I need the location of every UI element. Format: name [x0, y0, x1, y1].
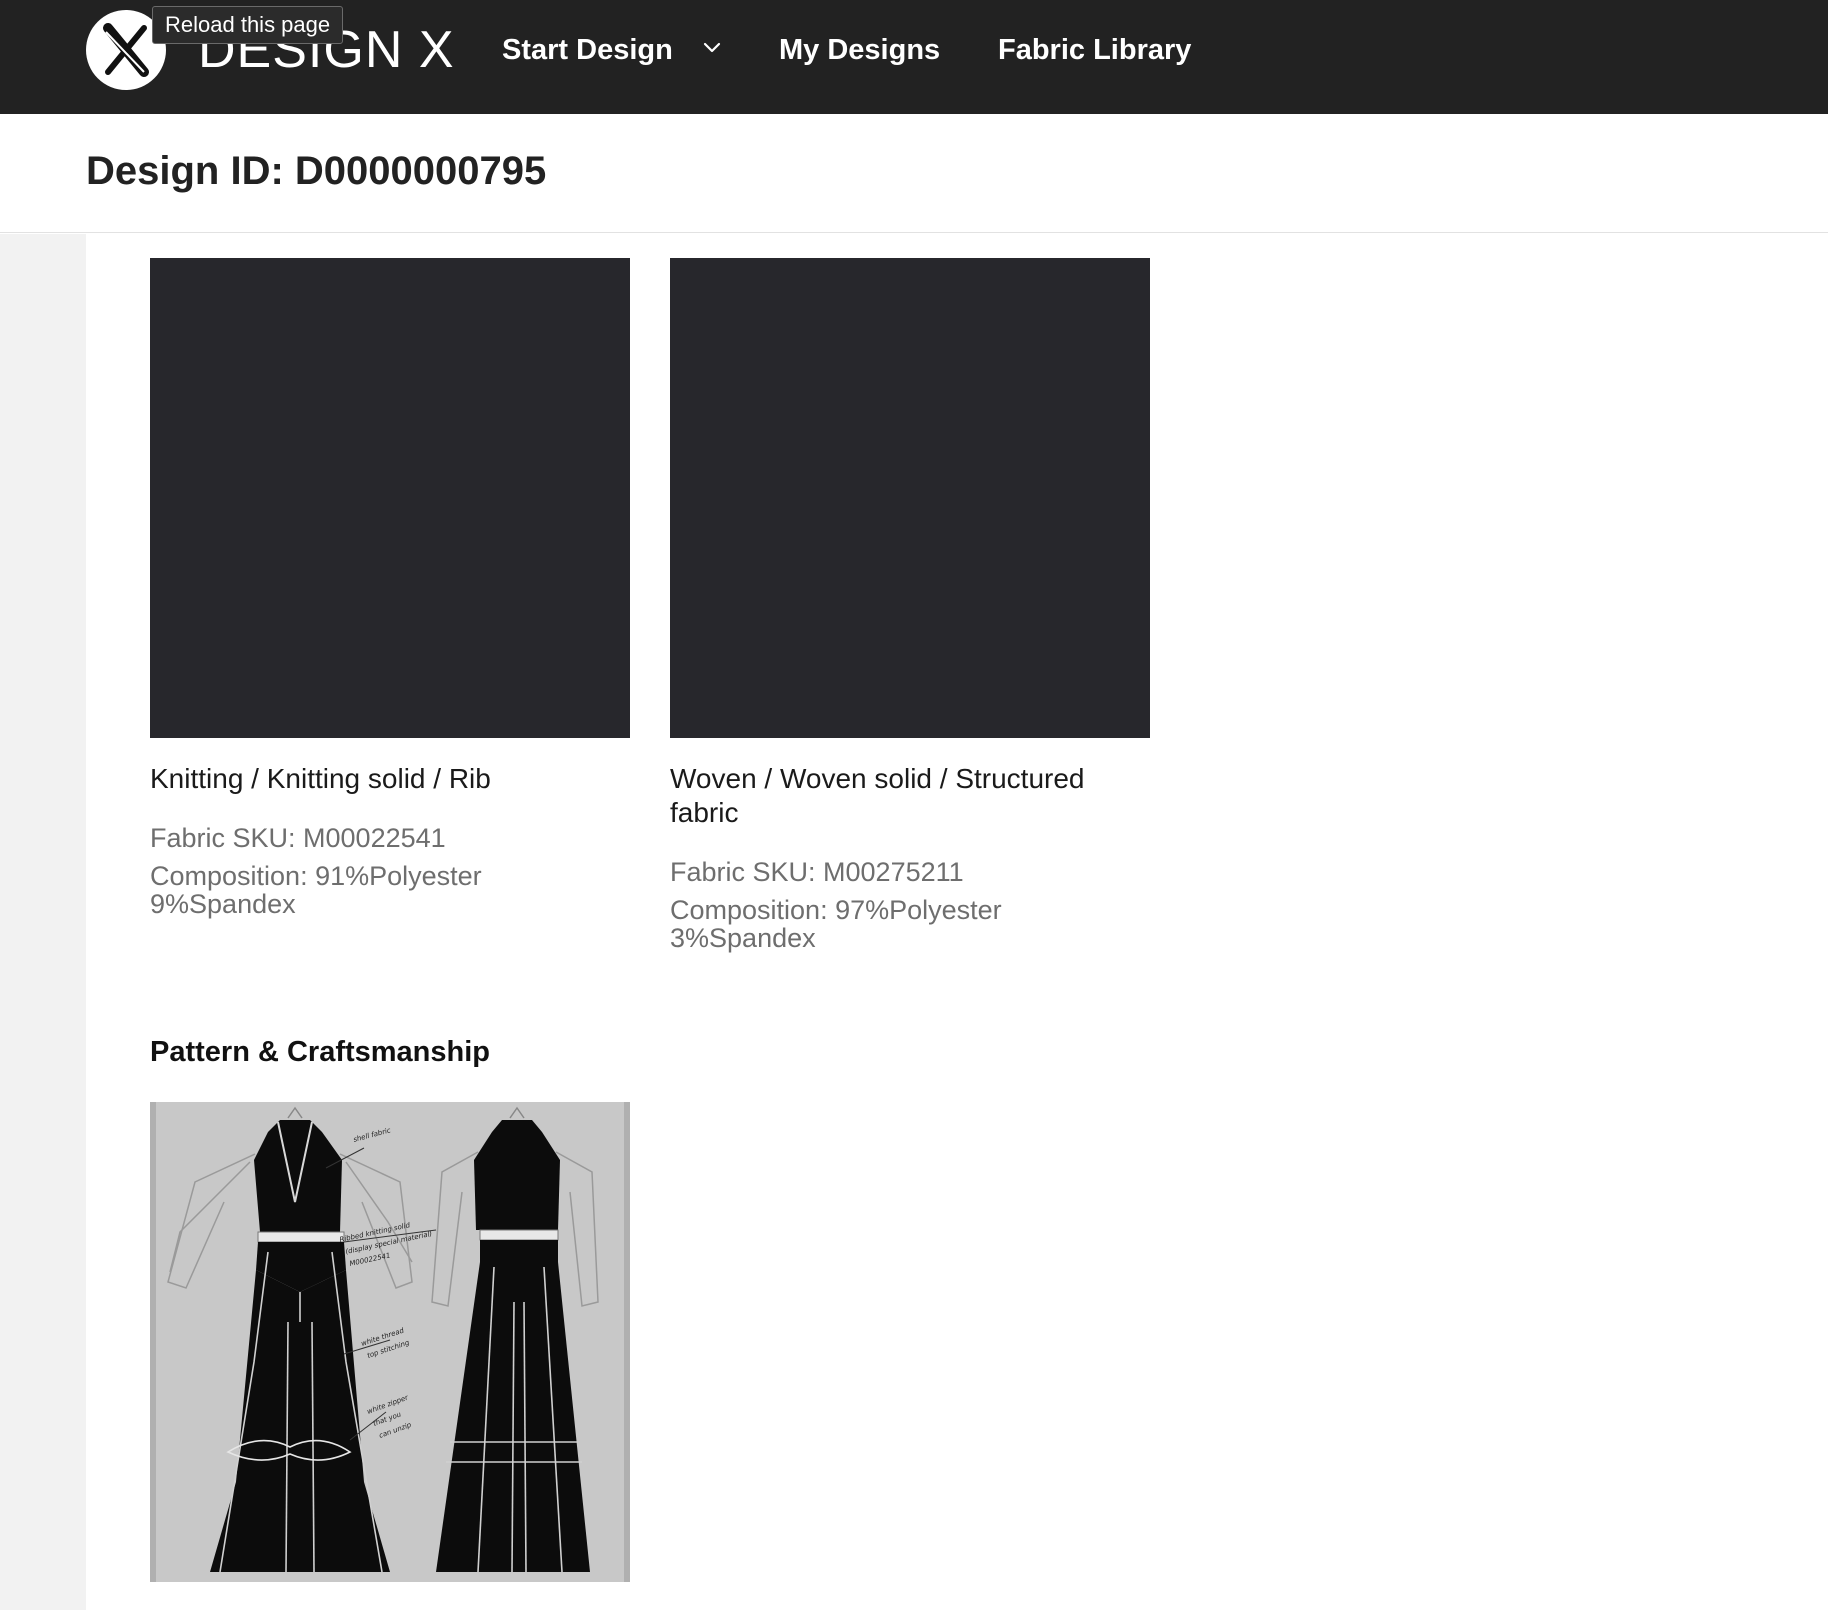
reload-tooltip: Reload this page [152, 6, 344, 44]
nav-my-designs[interactable]: My Designs [779, 30, 940, 70]
fabric-swatch[interactable] [150, 258, 630, 738]
left-gutter [0, 234, 86, 1610]
fabric-sku: Fabric SKU: M00022541 [150, 823, 446, 853]
fabric-composition: Composition: 97%Polyester 3%Spandex [670, 895, 1002, 953]
top-navigation-bar: DESIGN X Reload this page Start Design M… [0, 0, 1828, 114]
garment-sketch-icon: shell fabric Ribbed knitting solid (disp… [150, 1102, 630, 1582]
fabric-sku: Fabric SKU: M00275211 [670, 857, 964, 887]
fabric-swatch[interactable] [670, 258, 1150, 738]
chevron-down-icon[interactable] [700, 36, 724, 60]
fabric-name: Woven / Woven solid / Structured fabric [670, 763, 1085, 828]
page-title: Design ID: D0000000795 [86, 149, 547, 193]
fabric-name: Knitting / Knitting solid / Rib [150, 763, 491, 794]
garment-sketch-image[interactable]: shell fabric Ribbed knitting solid (disp… [150, 1102, 630, 1582]
section-title: Pattern & Craftsmanship [150, 1036, 491, 1068]
nav-fabric-library[interactable]: Fabric Library [998, 30, 1191, 70]
nav-start-design[interactable]: Start Design [502, 30, 673, 70]
page-header: Design ID: D0000000795 [0, 114, 1828, 233]
fabric-composition: Composition: 91%Polyester 9%Spandex [150, 861, 482, 919]
